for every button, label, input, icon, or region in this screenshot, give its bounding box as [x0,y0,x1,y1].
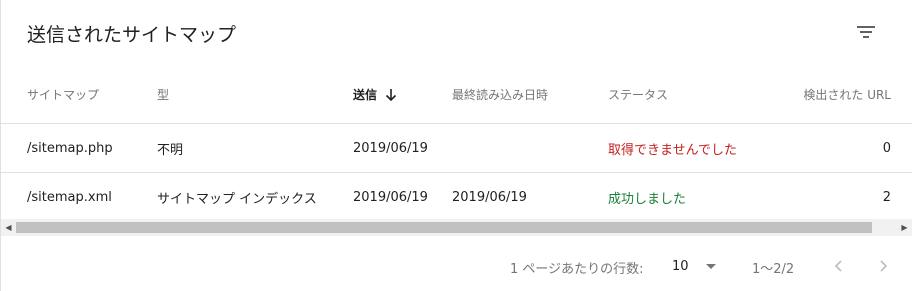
column-header-type[interactable]: 型 [157,66,169,123]
cell-type: サイトマップ インデックス [157,191,317,207]
table-row[interactable]: /sitemap.php 不明 2019/06/19 取得できませんでした 0 [1,124,912,173]
table-header-row: サイトマップ 型 送信 最終読み込み日時 ステータス 検出された URL [1,66,912,124]
rows-per-page-label: 1 ページあたりの行数: [510,262,644,277]
column-header-sent-label: 送信 [353,88,378,102]
scroll-right-icon[interactable]: ▶ [897,219,912,236]
column-header-sent[interactable]: 送信 [353,66,397,123]
chevron-left-icon [834,260,842,272]
rows-per-page-value: 10 [672,258,689,274]
cell-sitemap: /sitemap.xml [27,189,112,205]
cell-type: 不明 [157,142,184,158]
pagination-range: 1〜2/2 [752,262,795,277]
cell-urls: 0 [882,140,891,156]
chevron-right-icon [880,260,888,272]
cell-sent: 2019/06/19 [353,189,428,205]
cell-status: 成功しました [608,191,687,207]
scrollbar-thumb[interactable] [16,222,872,233]
next-page-button[interactable] [871,254,895,278]
previous-page-button[interactable] [827,254,851,278]
cell-last-read: 2019/06/19 [452,189,527,205]
pagination: 1 ページあたりの行数: 10 1〜2/2 [1,236,912,291]
filter-button[interactable] [854,22,878,42]
cell-urls: 2 [882,189,891,205]
table-row[interactable]: /sitemap.xml サイトマップ インデックス 2019/06/19 20… [1,173,912,222]
cell-sitemap: /sitemap.php [27,140,113,156]
card-title: 送信されたサイトマップ [27,24,237,46]
column-header-last-read[interactable]: 最終読み込み日時 [452,66,548,123]
scroll-left-icon[interactable]: ◀ [1,219,16,236]
sitemaps-table: サイトマップ 型 送信 最終読み込み日時 ステータス 検出された URL /si… [1,66,912,222]
column-header-sitemap[interactable]: サイトマップ [27,66,99,123]
column-header-urls[interactable]: 検出された URL [803,66,891,123]
filter-icon [857,26,875,38]
horizontal-scrollbar[interactable]: ◀ ▶ [1,219,912,236]
card-header: 送信されたサイトマップ [1,0,912,66]
column-header-status[interactable]: ステータス [608,66,668,123]
cell-sent: 2019/06/19 [353,140,428,156]
dropdown-arrow-icon [705,264,716,269]
rows-per-page-select[interactable]: 10 [672,254,717,278]
arrow-down-icon [385,88,397,101]
submitted-sitemaps-card: 送信されたサイトマップ サイトマップ 型 送信 最終読み込み日時 ステータス 検… [0,0,912,291]
cell-status: 取得できませんでした [608,142,737,158]
